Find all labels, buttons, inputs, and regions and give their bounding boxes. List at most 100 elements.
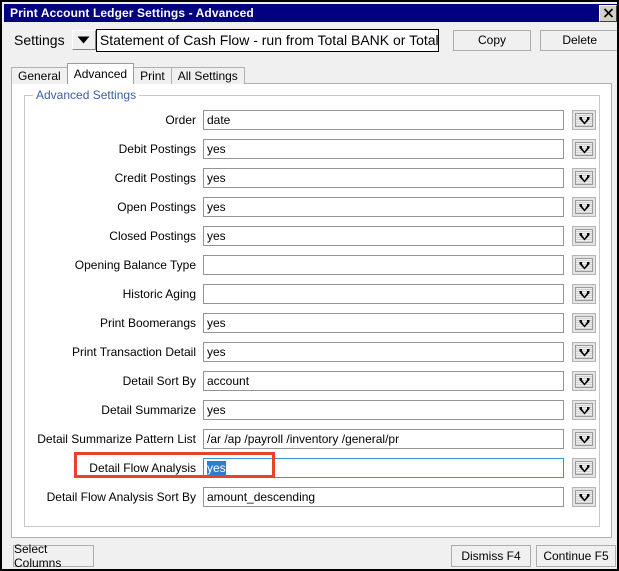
field-label: Detail Summarize [101,403,196,417]
field-dropdown-button[interactable] [572,371,596,391]
settings-label: Settings [14,32,65,48]
advanced-settings-groupbox: Advanced Settings Order date Debit Posting… [24,88,601,527]
settings-row: Detail Summarize yes [25,400,601,429]
field-dropdown-button[interactable] [572,458,596,478]
chevron-down-icon [579,435,589,443]
field-input[interactable]: yes [203,139,564,159]
field-input[interactable]: yes [203,400,564,420]
field-label: Order [165,113,196,127]
dropdown-glyph-box [575,316,593,330]
chevron-down-icon [579,261,589,269]
field-dropdown-button[interactable] [572,487,596,507]
settings-dropdown-button[interactable] [71,30,96,50]
tab-print[interactable]: Print [133,67,172,84]
selected-value-text: yes [207,461,226,475]
field-label: Closed Postings [109,229,196,243]
print-account-ledger-settings-window: Print Account Ledger Settings - Advanced… [0,0,619,571]
dropdown-glyph-box [575,200,593,214]
field-input[interactable] [203,284,564,304]
field-dropdown-button[interactable] [572,110,596,130]
field-input[interactable]: amount_descending [203,487,564,507]
dropdown-glyph-box [575,461,593,475]
advanced-tab-panel: Advanced Settings Order date Debit Posting… [11,83,612,538]
window-title: Print Account Ledger Settings - Advanced [10,6,254,20]
field-input[interactable]: yes [203,458,564,478]
field-label: Opening Balance Type [74,258,196,272]
field-dropdown-button[interactable] [572,313,596,333]
field-label: Detail Sort By [122,374,196,388]
field-dropdown-button[interactable] [572,342,596,362]
field-label: Detail Flow Analysis [89,461,196,475]
field-label: Historic Aging [122,287,196,301]
chevron-down-icon [579,464,589,472]
chevron-down-icon [579,406,589,414]
settings-row: Print Transaction Detail yes [25,342,601,371]
field-input[interactable]: /ar /ap /payroll /inventory /general/pr [203,429,564,449]
delete-button[interactable]: Delete [540,29,617,51]
dropdown-glyph-box [575,490,593,504]
settings-row: Debit Postings yes [25,139,601,168]
settings-row: Opening Balance Type [25,255,601,284]
chevron-down-icon [579,116,589,124]
dropdown-glyph-box [575,142,593,156]
field-dropdown-button[interactable] [572,168,596,188]
settings-toolbar: Settings Statement of Cash Flow - run fr… [4,24,617,56]
settings-row: Print Boomerangs yes [25,313,601,342]
chevron-down-icon [579,348,589,356]
chevron-down-icon [579,290,589,298]
field-input[interactable]: yes [203,226,564,246]
field-dropdown-button[interactable] [572,429,596,449]
dismiss-button[interactable]: Dismiss F4 [451,545,531,567]
chevron-down-icon [579,493,589,501]
field-dropdown-button[interactable] [572,197,596,217]
tab-advanced[interactable]: Advanced [66,63,135,84]
close-icon[interactable] [599,4,617,22]
tab-all-settings[interactable]: All Settings [170,67,245,84]
field-input[interactable]: yes [203,197,564,217]
field-label: Detail Summarize Pattern List [37,432,196,446]
settings-row: Closed Postings yes [25,226,601,255]
copy-button[interactable]: Copy [452,29,532,51]
field-label: Credit Postings [114,171,196,185]
field-input[interactable]: date [203,110,564,130]
chevron-down-icon [579,203,589,211]
select-columns-button[interactable]: Select Columns [13,542,94,569]
dropdown-glyph-box [575,171,593,185]
field-input[interactable]: yes [203,313,564,333]
field-input[interactable]: account [203,371,564,391]
settings-row: Detail Sort By account [25,371,601,400]
groupbox-title: Advanced Settings [33,88,140,102]
dropdown-glyph-box [575,258,593,272]
dropdown-glyph-box [575,113,593,127]
settings-row: Credit Postings yes [25,168,601,197]
chevron-down-icon [579,145,589,153]
titlebar: Print Account Ledger Settings - Advanced [4,4,617,22]
field-input[interactable] [203,255,564,275]
field-dropdown-button[interactable] [572,139,596,159]
chevron-down-icon [579,377,589,385]
field-dropdown-button[interactable] [572,255,596,275]
dropdown-glyph-box [575,432,593,446]
chevron-down-icon [77,36,90,44]
field-input[interactable]: yes [203,342,564,362]
tabstrip: General Advanced Print All Settings [11,63,245,84]
dropdown-glyph-box [575,403,593,417]
chevron-down-icon [579,174,589,182]
tab-general[interactable]: General [11,67,68,84]
field-label: Detail Flow Analysis Sort By [46,490,196,504]
settings-row: Order date [25,110,601,139]
field-dropdown-button[interactable] [572,226,596,246]
field-dropdown-button[interactable] [572,284,596,304]
field-label: Debit Postings [118,142,196,156]
continue-button[interactable]: Continue F5 [536,545,616,567]
chevron-down-icon [579,319,589,327]
field-dropdown-button[interactable] [572,400,596,420]
dropdown-glyph-box [575,229,593,243]
dropdown-glyph-box [575,287,593,301]
field-label: Print Boomerangs [99,316,196,330]
field-input[interactable]: yes [203,168,564,188]
settings-row: Detail Flow Analysis yes [25,458,601,487]
dropdown-glyph-box [575,374,593,388]
chevron-down-icon [579,232,589,240]
settings-name-input[interactable]: Statement of Cash Flow - run from Total … [95,28,439,52]
